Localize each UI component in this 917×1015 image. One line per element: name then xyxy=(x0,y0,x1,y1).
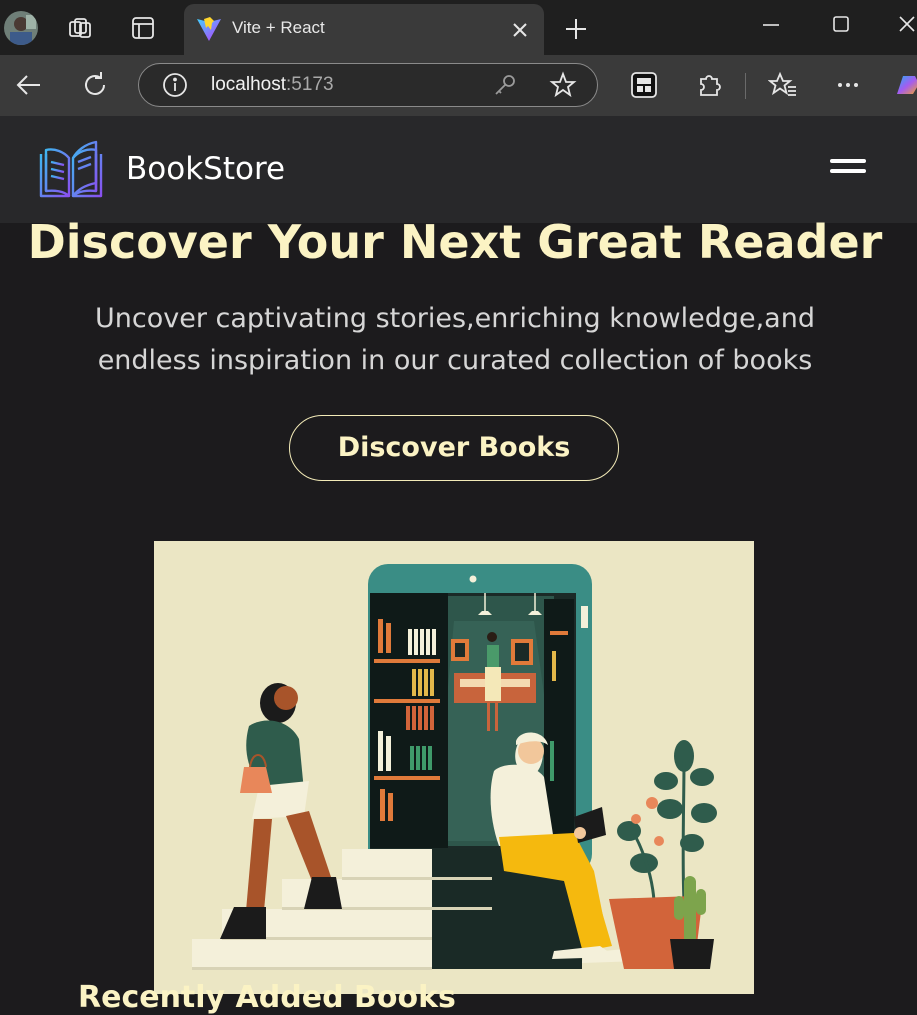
section-heading-cutoff: Recently Added Books xyxy=(78,980,456,1015)
address-bar-row: localhost:5173 xyxy=(0,55,917,116)
profile-avatar[interactable] xyxy=(4,11,38,45)
favorites-icon[interactable] xyxy=(767,70,798,100)
close-tab-icon[interactable] xyxy=(509,19,531,41)
url-field[interactable]: localhost:5173 xyxy=(138,63,598,107)
brand-name[interactable]: BookStore xyxy=(126,151,285,187)
password-key-icon[interactable] xyxy=(491,71,521,101)
new-tab-icon[interactable] xyxy=(562,15,590,43)
puzzle-extensions-icon[interactable] xyxy=(695,70,725,100)
tab-title: Vite + React xyxy=(232,18,325,37)
url-port: :5173 xyxy=(286,74,334,95)
hero-illustration xyxy=(154,541,754,994)
site-info-icon[interactable] xyxy=(161,71,191,101)
more-icon[interactable] xyxy=(833,70,863,100)
hamburger-bar xyxy=(830,169,866,173)
vite-logo-icon xyxy=(196,16,222,42)
tab-actions-icon[interactable] xyxy=(129,14,157,42)
url-text: localhost:5173 xyxy=(211,74,334,96)
discover-books-button[interactable]: Discover Books xyxy=(289,415,619,481)
refresh-icon[interactable] xyxy=(80,70,110,100)
copilot-icon[interactable] xyxy=(893,70,917,100)
toolbar-divider xyxy=(745,73,746,99)
close-window-icon[interactable] xyxy=(892,12,917,42)
app-navbar: BookStore xyxy=(0,116,917,223)
hamburger-menu-icon[interactable] xyxy=(830,159,868,181)
browser-tab-bar: Vite + React xyxy=(0,0,917,55)
workspaces-icon[interactable] xyxy=(66,14,94,42)
active-tab[interactable]: Vite + React xyxy=(184,4,544,55)
back-icon[interactable] xyxy=(14,70,44,100)
url-host: localhost xyxy=(211,74,286,95)
maximize-icon[interactable] xyxy=(826,12,856,42)
hero-title: Discover Your Next Great Reader xyxy=(27,215,883,269)
minimize-icon[interactable] xyxy=(756,12,786,42)
hero-subtitle: Uncover captivating stories,enriching kn… xyxy=(95,303,815,376)
hamburger-bar xyxy=(830,159,866,163)
extension-icon[interactable] xyxy=(629,70,659,100)
open-book-logo-icon[interactable] xyxy=(38,140,104,200)
favorite-star-icon[interactable] xyxy=(549,71,579,101)
